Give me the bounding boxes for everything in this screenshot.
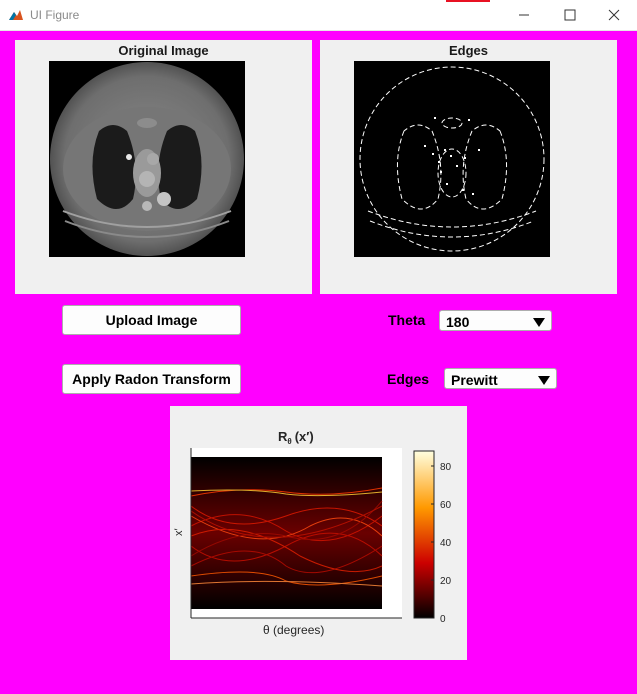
original-image-panel: Original Image xyxy=(15,40,312,294)
close-icon xyxy=(608,9,620,21)
edges-panel: Edges xyxy=(320,40,617,294)
maximize-button[interactable] xyxy=(547,0,593,30)
plot-title: Rθ (x′) xyxy=(278,429,314,446)
radon-axes: Rθ (x′) θ (degrees) x′ 80 60 40 20 0 xyxy=(173,429,452,637)
upload-image-button[interactable]: Upload Image xyxy=(62,305,241,335)
minimize-icon xyxy=(519,14,529,16)
matlab-icon xyxy=(8,8,24,22)
maximize-icon xyxy=(564,9,576,21)
colorbar-tick: 80 xyxy=(440,462,452,473)
edges-title: Edges xyxy=(448,43,488,58)
x-axis-label: θ (degrees) xyxy=(263,623,324,637)
theta-value: 180 xyxy=(446,314,470,330)
chevron-down-icon xyxy=(538,376,550,385)
edges-label: Edges xyxy=(387,371,430,387)
window-titlebar: UI Figure xyxy=(0,0,637,31)
colorbar-tick: 60 xyxy=(440,500,452,511)
close-button[interactable] xyxy=(591,0,637,30)
colorbar-tick: 20 xyxy=(440,576,452,587)
original-image-title: Original Image xyxy=(118,43,209,58)
window-title: UI Figure xyxy=(30,8,80,22)
y-axis-label: x′ xyxy=(173,528,185,536)
colorbar-tick: 40 xyxy=(440,538,452,549)
theta-dropdown[interactable]: 180 xyxy=(439,310,552,331)
colorbar xyxy=(413,450,435,619)
edges-value: Prewitt xyxy=(451,372,498,388)
edges-dropdown[interactable]: Prewitt xyxy=(444,368,557,389)
edges-image xyxy=(354,61,550,257)
theta-label: Theta xyxy=(388,312,426,328)
ct-scan-image xyxy=(49,61,245,257)
minimize-button[interactable] xyxy=(501,0,547,30)
chevron-down-icon xyxy=(533,318,545,327)
colorbar-tick: 0 xyxy=(440,614,446,625)
apply-radon-button[interactable]: Apply Radon Transform xyxy=(62,364,241,394)
titlebar-accent xyxy=(446,0,490,2)
radon-plot-panel: Rθ (x′) θ (degrees) x′ 80 60 40 20 0 xyxy=(170,406,467,660)
